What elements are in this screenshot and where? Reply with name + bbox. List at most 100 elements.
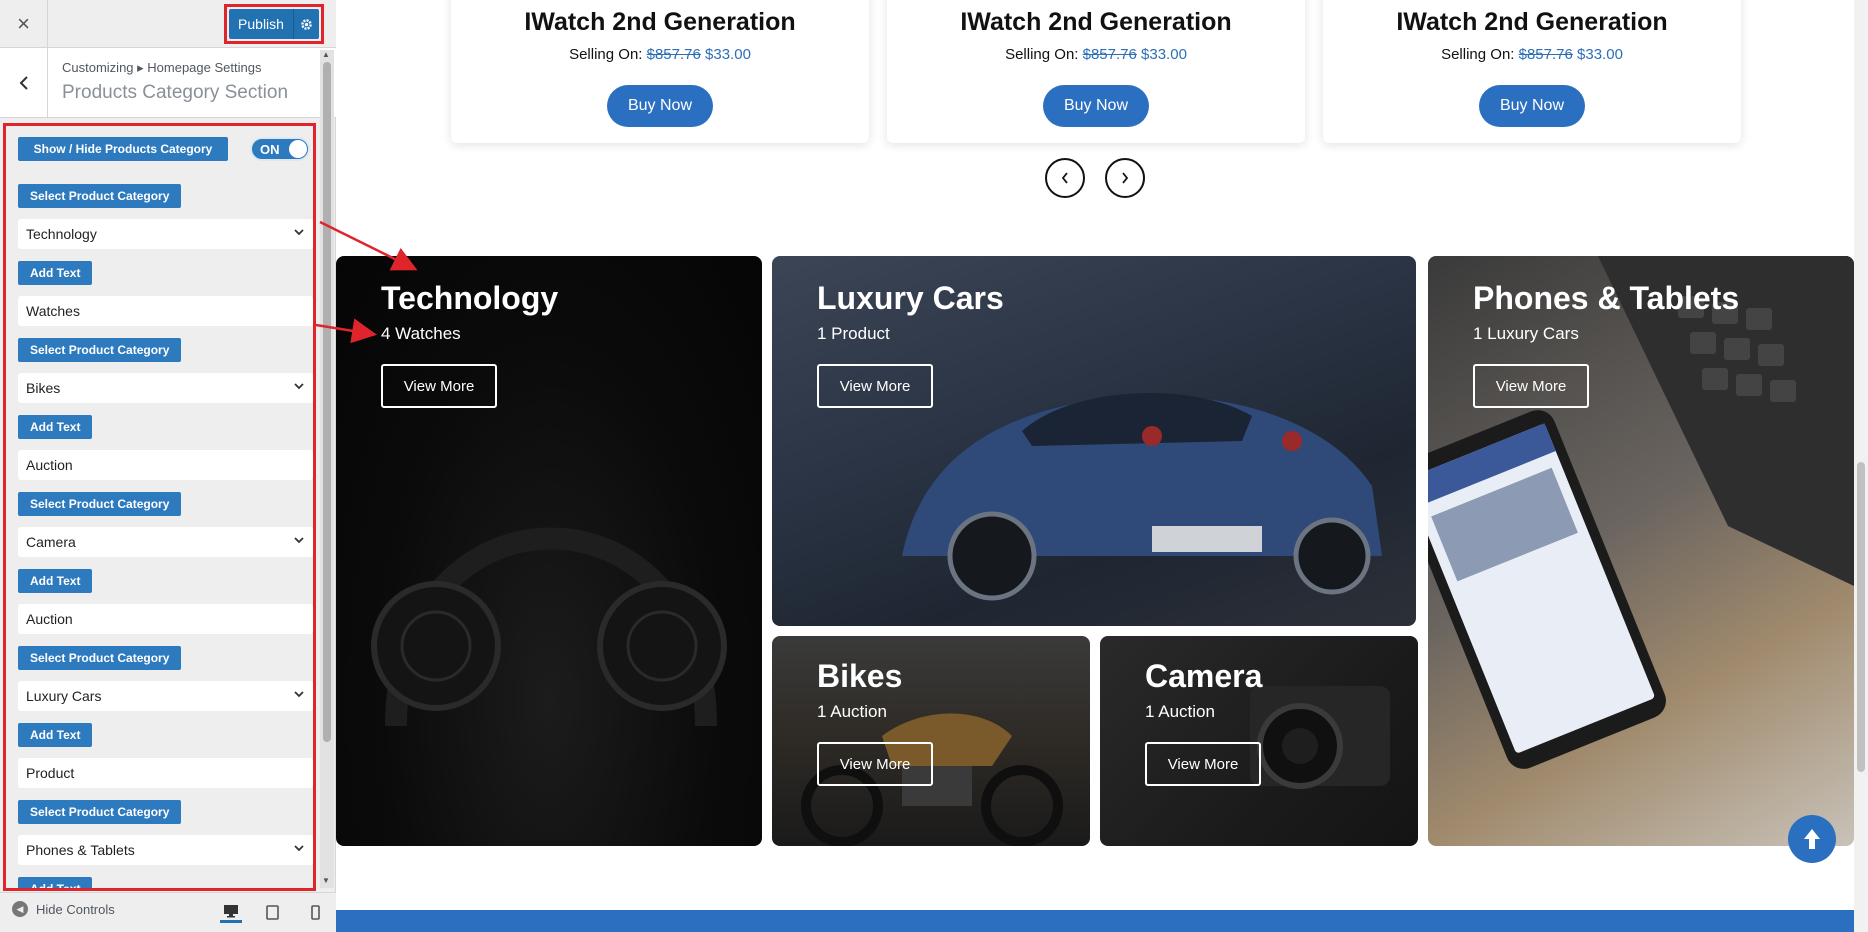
category-select-value: Luxury Cars [26, 688, 102, 704]
product-card: IWatch 2nd Generation Selling On: $857.7… [451, 0, 869, 143]
footer-bar [336, 910, 1868, 932]
old-price: $857.76 [1082, 46, 1137, 63]
add-text-label: Add Text [18, 261, 93, 285]
category-tile-luxury-cars: Luxury Cars 1 Product View More [772, 256, 1416, 626]
category-tile-bikes: Bikes 1 Auction View More [772, 636, 1090, 846]
scroll-up-icon[interactable]: ▲ [322, 50, 330, 59]
section-title: Products Category Section [62, 82, 289, 103]
breadcrumb: Customizing ▸ Homepage Settings [62, 60, 262, 75]
chevron-down-icon [293, 379, 305, 395]
chevron-down-icon [293, 687, 305, 703]
old-price: $857.76 [1518, 46, 1573, 63]
category-select-value: Camera [26, 534, 76, 550]
publish-label: Publish [238, 16, 284, 32]
carousel-next-button[interactable] [1105, 158, 1145, 198]
publish-highlight-box: Publish [224, 4, 324, 44]
product-card: IWatch 2nd Generation Selling On: $857.7… [887, 0, 1305, 143]
select-category-label: Select Product Category [18, 646, 182, 670]
select-category-label: Select Product Category [18, 338, 182, 362]
collapse-icon: ◀ [12, 901, 28, 917]
category-tile-phones-tablets: Phones & Tablets 1 Luxury Cars View More [1428, 256, 1854, 846]
category-tile-camera: Camera 1 Auction View More [1100, 636, 1418, 846]
category-select[interactable]: Phones & Tablets [18, 835, 313, 865]
back-arrow-icon[interactable] [0, 48, 48, 118]
laptop-phone-image [1428, 256, 1854, 769]
product-price: Selling On: $857.76 $33.00 [887, 46, 1305, 63]
toggle-knob [289, 140, 307, 158]
close-icon[interactable]: × [0, 0, 48, 48]
category-select[interactable]: Camera [18, 527, 313, 557]
tile-subtitle: 1 Auction [1145, 702, 1215, 721]
tile-title: Bikes [817, 658, 903, 694]
product-title: IWatch 2nd Generation [524, 8, 796, 36]
scroll-to-top-button[interactable] [1788, 815, 1836, 863]
category-tile-technology: Technology 4 Watches View More [336, 256, 762, 846]
show-hide-label: Show / Hide Products Category [18, 137, 228, 161]
category-select[interactable]: Luxury Cars [18, 681, 313, 711]
tile-title: Technology [381, 280, 559, 316]
selling-on-label: Selling On: [1005, 46, 1079, 63]
site-preview: IWatch 2nd Generation Selling On: $857.7… [336, 0, 1868, 932]
select-category-label: Select Product Category [18, 184, 182, 208]
arrow-up-icon [1804, 829, 1820, 849]
category-text-input[interactable]: Auction [18, 450, 313, 480]
buy-now-button[interactable]: Buy Now [1479, 85, 1585, 127]
category-select[interactable]: Technology [18, 219, 313, 249]
gear-icon[interactable] [293, 9, 319, 39]
view-more-button[interactable]: View More [1145, 742, 1261, 786]
show-hide-toggle[interactable]: ON [250, 137, 310, 161]
category-select-value: Phones & Tablets [26, 842, 135, 858]
tablet-icon[interactable] [261, 901, 283, 923]
chevron-down-icon [293, 225, 305, 241]
customizer-footer: ◀ Hide Controls [0, 892, 336, 932]
add-text-label: Add Text [18, 877, 93, 888]
tile-subtitle: 4 Watches [381, 324, 461, 343]
customizer-topbar: × Publish [0, 0, 336, 48]
select-category-label: Select Product Category [18, 492, 182, 516]
preview-scrollbar-thumb[interactable] [1857, 462, 1865, 772]
tile-subtitle: 1 Luxury Cars [1473, 324, 1579, 343]
category-text-input[interactable]: Product [18, 758, 313, 788]
category-text-input[interactable]: Auction [18, 604, 313, 634]
mobile-icon[interactable] [304, 901, 326, 923]
view-more-button[interactable]: View More [1473, 364, 1589, 408]
hide-controls-button[interactable]: ◀ Hide Controls [12, 901, 115, 917]
tile-subtitle: 1 Auction [817, 702, 887, 721]
desktop-icon[interactable] [220, 901, 242, 923]
headphones-image [371, 527, 727, 727]
tile-subtitle: 1 Product [817, 324, 890, 343]
tile-title: Camera [1145, 658, 1263, 694]
scroll-down-icon[interactable]: ▼ [322, 876, 330, 885]
add-text-label: Add Text [18, 723, 93, 747]
view-more-button[interactable]: View More [381, 364, 497, 408]
toggle-label: ON [260, 142, 280, 157]
section-header: Customizing ▸ Homepage Settings Products… [0, 48, 336, 118]
new-price: $33.00 [1577, 46, 1623, 63]
buy-now-button[interactable]: Buy Now [1043, 85, 1149, 127]
publish-button[interactable]: Publish [229, 9, 319, 39]
carousel-prev-button[interactable] [1045, 158, 1085, 198]
tile-title: Luxury Cars [817, 280, 1004, 316]
product-price: Selling On: $857.76 $33.00 [1323, 46, 1741, 63]
selling-on-label: Selling On: [569, 46, 643, 63]
product-title: IWatch 2nd Generation [1396, 8, 1668, 36]
product-title: IWatch 2nd Generation [960, 8, 1232, 36]
customizer-sidebar: × Publish Customizing ▸ Homepage Setting… [0, 0, 336, 932]
view-more-button[interactable]: View More [817, 364, 933, 408]
buy-now-button[interactable]: Buy Now [607, 85, 713, 127]
category-text-input[interactable]: Watches [18, 296, 313, 326]
sidebar-scrollbar-thumb[interactable] [323, 62, 331, 742]
tile-title: Phones & Tablets [1473, 280, 1740, 316]
category-select[interactable]: Bikes [18, 373, 313, 403]
product-card: IWatch 2nd Generation Selling On: $857.7… [1323, 0, 1741, 143]
chevron-down-icon [293, 841, 305, 857]
category-select-value: Bikes [26, 380, 61, 396]
hide-controls-label: Hide Controls [36, 901, 115, 917]
add-text-label: Add Text [18, 569, 93, 593]
selling-on-label: Selling On: [1441, 46, 1515, 63]
category-select-value: Technology [26, 226, 97, 242]
view-more-button[interactable]: View More [817, 742, 933, 786]
product-price: Selling On: $857.76 $33.00 [451, 46, 869, 63]
controls-highlight-box: Show / Hide Products Category ON Select … [3, 123, 316, 891]
select-category-label: Select Product Category [18, 800, 182, 824]
